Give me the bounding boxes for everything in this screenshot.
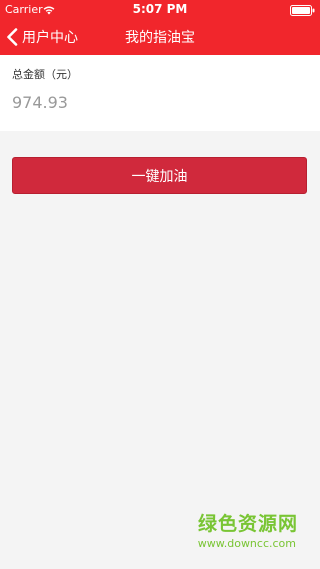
watermark: 绿色资源网 www.downcc.com bbox=[178, 509, 298, 559]
battery-icon bbox=[290, 5, 315, 16]
one-click-refuel-button[interactable]: 一键加油 bbox=[12, 157, 307, 194]
header: Carrier 5:07 PM 用户中心 我的指油宝 bbox=[0, 0, 320, 55]
watermark-title: 绿色资源网 bbox=[197, 513, 298, 535]
total-amount-value: 974.93 bbox=[12, 93, 68, 112]
amount-card: 总金额（元） 974.93 bbox=[0, 55, 320, 131]
nav-bar: 用户中心 我的指油宝 bbox=[0, 20, 320, 55]
total-amount-label: 总金额（元） bbox=[12, 68, 78, 81]
watermark-url: www.downcc.com bbox=[197, 537, 296, 550]
page-title: 我的指油宝 bbox=[125, 30, 195, 46]
status-time: 5:07 PM bbox=[132, 2, 188, 16]
status-bar: Carrier 5:07 PM bbox=[0, 0, 320, 20]
